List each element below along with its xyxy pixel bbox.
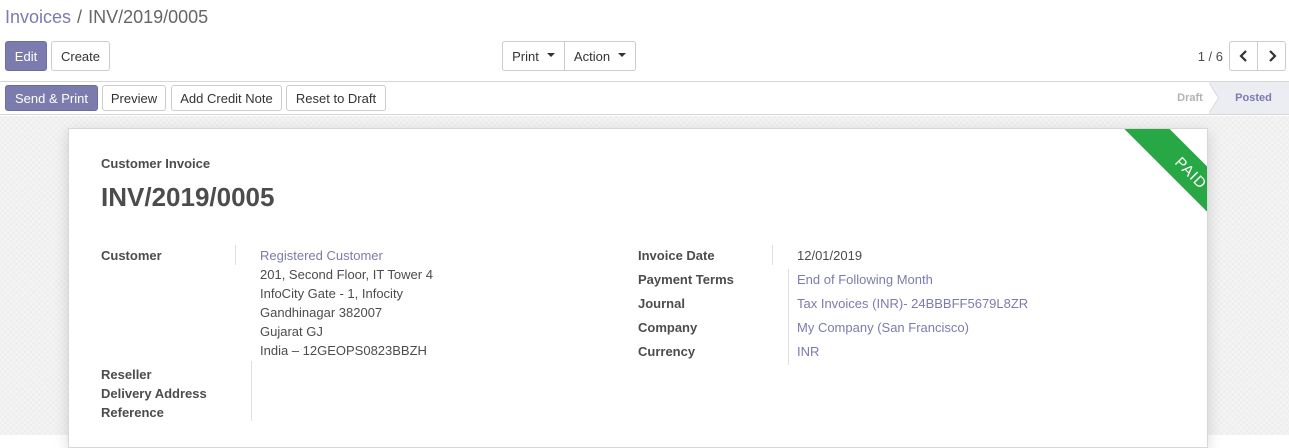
field-separator <box>251 361 252 421</box>
reset-to-draft-button[interactable]: Reset to Draft <box>286 85 386 111</box>
add-credit-note-button[interactable]: Add Credit Note <box>171 85 282 111</box>
pager-previous-button[interactable] <box>1229 41 1258 71</box>
invoice-sheet: PAID Customer Invoice INV/2019/0005 Cust… <box>68 128 1208 448</box>
paid-ribbon: PAID <box>1108 129 1207 256</box>
journal-label: Journal <box>638 296 685 311</box>
chevron-left-icon <box>1238 50 1247 62</box>
document-type: Customer Invoice <box>101 156 211 171</box>
customer-address-line: InfoCity Gate - 1, Infocity <box>260 286 404 301</box>
payment-terms-label: Payment Terms <box>638 272 734 287</box>
caret-down-icon <box>546 53 555 57</box>
delivery-address-label: Delivery Address <box>101 386 207 401</box>
customer-address-line: Gujarat GJ <box>260 324 323 339</box>
currency-label: Currency <box>638 344 696 359</box>
payment-terms-link[interactable]: End of Following Month <box>797 272 933 287</box>
pager-value[interactable]: 1 / 6 <box>1198 49 1223 64</box>
reseller-label: Reseller <box>101 367 152 382</box>
status-bar: Send & Print Preview Add Credit Note Res… <box>0 81 1289 115</box>
preview-button[interactable]: Preview <box>102 85 166 111</box>
pager-next-button[interactable] <box>1257 41 1286 71</box>
currency-link[interactable]: INR <box>797 344 819 359</box>
customer-label: Customer <box>101 248 162 263</box>
company-link[interactable]: My Company (San Francisco) <box>797 320 969 335</box>
customer-address-line: Gandhinagar 382007 <box>260 305 383 320</box>
chevron-right-icon <box>1268 50 1277 62</box>
customer-name-link[interactable]: Registered Customer <box>260 248 383 263</box>
action-label: Action <box>573 48 611 64</box>
journal-link[interactable]: Tax Invoices (INR)- 24BBBFF5679L8ZR <box>797 296 1028 311</box>
create-button[interactable]: Create <box>51 41 110 71</box>
customer-address-line: India – 12GEOPS0823BBZH <box>260 343 427 358</box>
breadcrumb-invoices-link[interactable]: Invoices <box>5 7 71 27</box>
stage-posted[interactable]: Posted <box>1210 82 1289 114</box>
invoice-date-label: Invoice Date <box>638 248 715 263</box>
print-label: Print <box>512 48 539 64</box>
company-label: Company <box>638 320 698 335</box>
breadcrumb: Invoices / INV/2019/0005 <box>5 7 208 28</box>
send-print-button[interactable]: Send & Print <box>5 85 98 111</box>
action-dropdown[interactable]: Action <box>565 41 636 71</box>
customer-address-line: 201, Second Floor, IT Tower 4 <box>260 267 433 282</box>
print-dropdown[interactable]: Print <box>502 41 565 71</box>
invoice-number: INV/2019/0005 <box>101 182 275 212</box>
breadcrumb-current: INV/2019/0005 <box>88 7 209 27</box>
field-separator <box>235 245 236 265</box>
field-separator <box>788 269 789 365</box>
breadcrumb-separator: / <box>77 7 83 27</box>
reference-label: Reference <box>101 405 164 420</box>
field-separator <box>772 245 773 265</box>
invoice-date-value[interactable]: 12/01/2019 <box>797 248 862 263</box>
edit-button[interactable]: Edit <box>5 41 47 71</box>
stage-arrow <box>1208 82 1218 114</box>
caret-down-icon <box>618 53 627 57</box>
